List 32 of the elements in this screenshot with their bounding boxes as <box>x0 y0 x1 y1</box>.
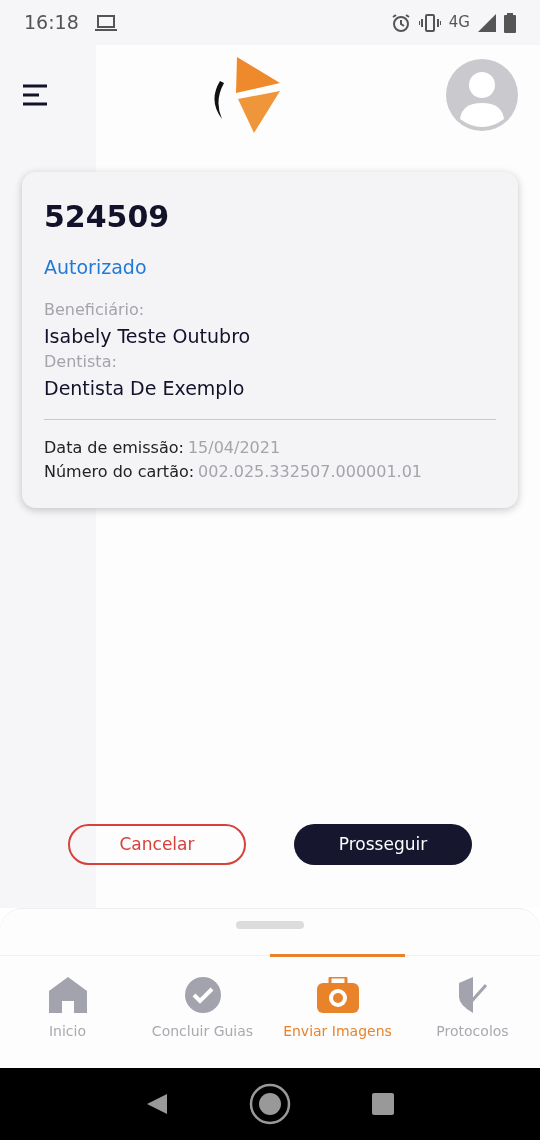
check-circle-icon <box>184 977 221 1013</box>
proceed-button[interactable]: Prosseguir <box>294 824 472 865</box>
detail-value: 002.025.332507.000001.01 <box>198 460 423 483</box>
nav-tab[interactable]: Inicio <box>0 954 135 1043</box>
drag-handle[interactable] <box>236 921 304 929</box>
detail-value: 15/04/2021 <box>187 436 281 459</box>
home-icon <box>48 977 87 1013</box>
shield-check-icon <box>458 977 487 1013</box>
field-label: Dentista: <box>44 351 118 373</box>
field-label: Beneficiário: <box>44 298 146 321</box>
recents-icon[interactable] <box>371 1092 395 1116</box>
nav-tab[interactable]: Enviar Imagens <box>270 954 405 1043</box>
field-value: Isabely Teste Outubro <box>44 323 252 349</box>
nav-tab[interactable]: Concluir Guias <box>135 954 270 1043</box>
menu-icon[interactable] <box>22 84 48 106</box>
cancel-button[interactable]: Cancelar <box>68 824 246 865</box>
camera-icon <box>316 977 359 1013</box>
guide-number: 524509 <box>44 198 171 236</box>
guide-status: Autorizado <box>44 255 148 280</box>
status-time: 16:18 <box>24 10 79 36</box>
network-label: 4G <box>448 12 470 34</box>
battery-icon <box>504 12 516 33</box>
home-button-icon[interactable] <box>249 1083 291 1125</box>
field-value: Dentista De Exemplo <box>44 376 246 401</box>
laptop-icon <box>94 13 117 32</box>
back-icon[interactable] <box>145 1092 169 1116</box>
alarm-icon <box>390 12 411 33</box>
vibrate-icon <box>418 13 441 32</box>
nav-tab[interactable]: Protocolos <box>405 954 540 1043</box>
signal-icon <box>478 13 496 32</box>
detail-label: Data de emissão: <box>44 436 184 459</box>
detail-label: Número do cartão: <box>44 460 195 483</box>
